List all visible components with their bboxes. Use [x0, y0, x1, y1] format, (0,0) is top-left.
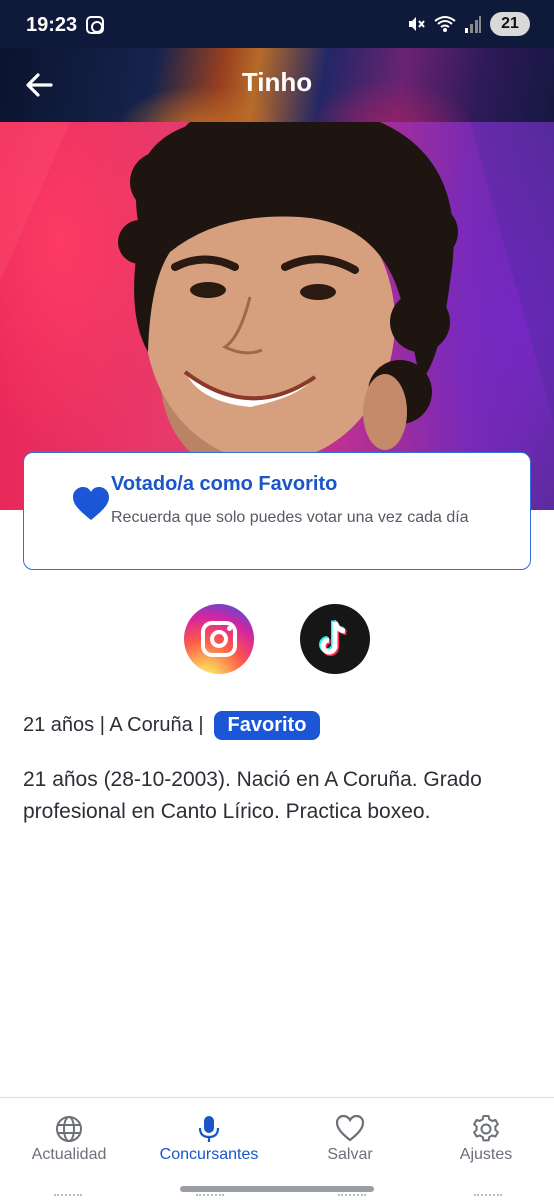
nav-label-actualidad: Actualidad: [31, 1146, 107, 1163]
page-title: Tinho: [241, 67, 313, 97]
mute-icon: [409, 17, 425, 31]
signal-icon: [465, 16, 481, 33]
nav-peek-1: [54, 1194, 82, 1200]
favorite-subtitle: Recuerda que solo puedes votar una vez c…: [111, 509, 469, 526]
globe-icon: [56, 1116, 82, 1142]
wifi-icon: [434, 16, 456, 32]
contestant-bio: 21 años (28-10-2003). Nació en A Coruña.…: [23, 768, 482, 823]
heart-outline-icon: [335, 1114, 365, 1142]
instagram-lens: [210, 630, 228, 648]
battery-icon: 21: [490, 12, 530, 36]
instagram-notification-icon: [86, 16, 104, 34]
nav-label-concursantes: Concursantes: [159, 1146, 259, 1163]
heart-fill-icon: [73, 487, 109, 520]
contestant-summary: 21 años | A Coruña | Favorito: [23, 709, 321, 741]
favorite-title: Votado/a como Favorito: [111, 473, 338, 495]
tiktok-icon: [319, 619, 347, 656]
instagram-button[interactable]: [184, 604, 254, 674]
status-time: 19:23: [26, 14, 78, 36]
home-indicator[interactable]: [180, 1186, 374, 1192]
bottom-navigation: Actualidad Concursantes Salvar Ajustes: [0, 1097, 554, 1200]
instagram-dot: [227, 626, 232, 631]
microphone-icon: [198, 1116, 220, 1142]
nav-peek-2: [196, 1194, 224, 1200]
tiktok-button[interactable]: [300, 604, 370, 674]
status-icons: 21: [406, 12, 530, 36]
favorite-vote-card: Votado/a como Favorito Recuerda que solo…: [23, 452, 531, 570]
nav-label-ajustes: Ajustes: [459, 1146, 513, 1163]
nav-label-salvar: Salvar: [327, 1146, 373, 1163]
nav-item-salvar[interactable]: Salvar: [281, 1098, 419, 1178]
summary-text: 21 años | A Coruña |: [23, 713, 204, 736]
status-badge: Favorito: [213, 710, 321, 740]
nav-peek-4: [474, 1194, 502, 1200]
gear-icon: [473, 1115, 499, 1142]
status-bar: 19:23 21: [0, 0, 554, 48]
nav-item-actualidad[interactable]: Actualidad: [0, 1098, 138, 1178]
nav-peek-3: [338, 1194, 366, 1200]
nav-item-ajustes[interactable]: Ajustes: [417, 1098, 554, 1178]
app-header: Tinho: [0, 48, 554, 122]
nav-item-concursantes[interactable]: Concursantes: [140, 1098, 278, 1178]
